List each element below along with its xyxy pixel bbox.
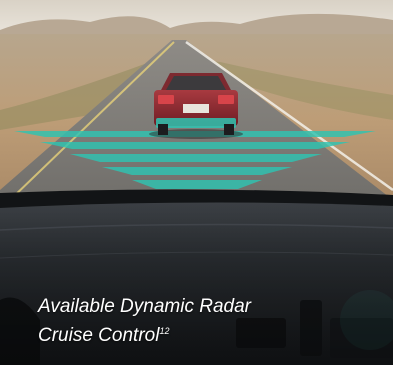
radar-wave-2 (40, 142, 350, 149)
caption-line-2: Cruise Control12 (38, 319, 368, 348)
radar-wave-4 (102, 167, 292, 175)
footnote-marker: 12 (159, 326, 170, 336)
feature-card[interactable]: Available Dynamic Radar Cruise Control12 (0, 0, 393, 365)
caption-line-1: Available Dynamic Radar (38, 296, 251, 317)
feature-caption: Available Dynamic Radar Cruise Control12 (38, 294, 368, 348)
caption-line-2-text: Cruise Control (38, 325, 160, 346)
radar-wave-3 (70, 154, 322, 162)
